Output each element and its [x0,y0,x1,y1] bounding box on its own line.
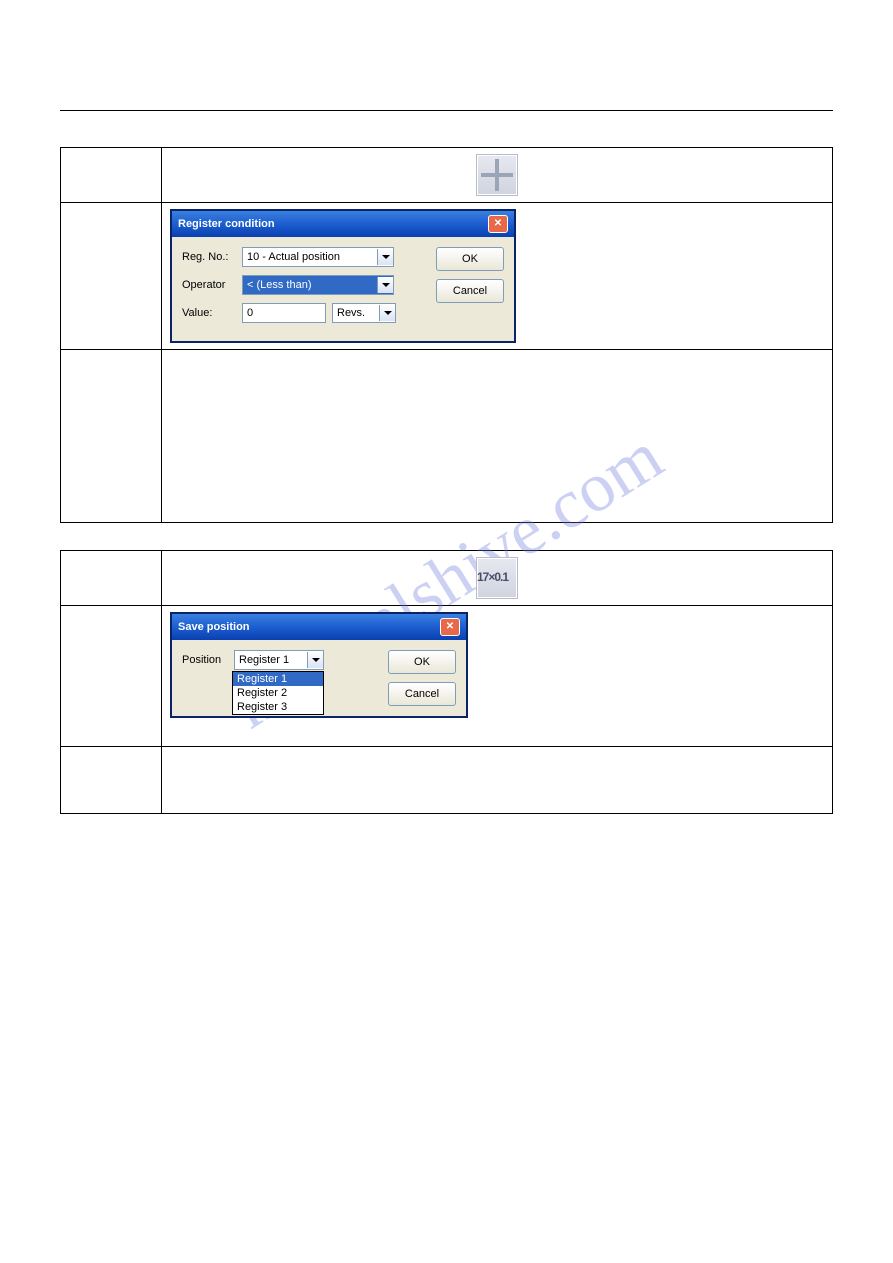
list-item[interactable]: Register 2 [233,686,323,700]
position-value: Register 1 [239,654,289,666]
register-condition-dialog: Register condition ✕ Reg. No.: 10 - Actu… [170,209,516,343]
ok-button[interactable]: OK [436,247,504,271]
position-dropdown-list[interactable]: Register 1 Register 2 Register 3 [232,671,324,715]
value-input-text: 0 [247,307,253,319]
table-row [61,350,833,523]
table-row [61,747,833,814]
chevron-down-icon[interactable] [377,249,393,265]
close-icon[interactable]: ✕ [440,618,460,636]
table-row: 17×0.1 [61,551,833,606]
cancel-button[interactable]: Cancel [388,682,456,706]
table-row: Save position ✕ Position Register 1 [61,606,833,747]
close-icon[interactable]: ✕ [488,215,508,233]
dialog-titlebar[interactable]: Register condition ✕ [172,211,514,237]
chevron-down-icon[interactable] [377,277,393,293]
top-rule [60,110,833,111]
chevron-down-icon[interactable] [307,652,323,668]
chevron-down-icon[interactable] [379,305,395,321]
position-select[interactable]: Register 1 [234,650,324,670]
unit-select[interactable]: Revs. [332,303,396,323]
operator-value: < (Less than) [247,279,312,291]
save-position-icon: 17×0.1 [476,557,518,599]
dialog-title: Save position [178,621,250,633]
jump-register-icon [476,154,518,196]
icon-label: 17×0.1 [477,558,517,584]
label-operator: Operator [182,279,236,291]
table-save-position: 17×0.1 Save position ✕ Position Register… [60,550,833,814]
unit-value: Revs. [337,307,365,319]
label-value: Value: [182,307,236,319]
value-input[interactable]: 0 [242,303,326,323]
ok-button[interactable]: OK [388,650,456,674]
regno-value: 10 - Actual position [247,251,340,263]
regno-select[interactable]: 10 - Actual position [242,247,394,267]
page-footer [60,1034,833,1044]
operator-select[interactable]: < (Less than) [242,275,394,295]
list-item[interactable]: Register 3 [233,700,323,714]
label-regno: Reg. No.: [182,251,236,263]
dialog-title: Register condition [178,218,275,230]
list-item[interactable]: Register 1 [233,672,323,686]
dialog-titlebar[interactable]: Save position ✕ [172,614,466,640]
table-jump-register: Register condition ✕ Reg. No.: 10 - Actu… [60,147,833,523]
save-position-dialog: Save position ✕ Position Register 1 [170,612,468,718]
table-row [61,148,833,203]
label-position: Position [182,654,228,666]
table-row: Register condition ✕ Reg. No.: 10 - Actu… [61,203,833,350]
cancel-button[interactable]: Cancel [436,279,504,303]
